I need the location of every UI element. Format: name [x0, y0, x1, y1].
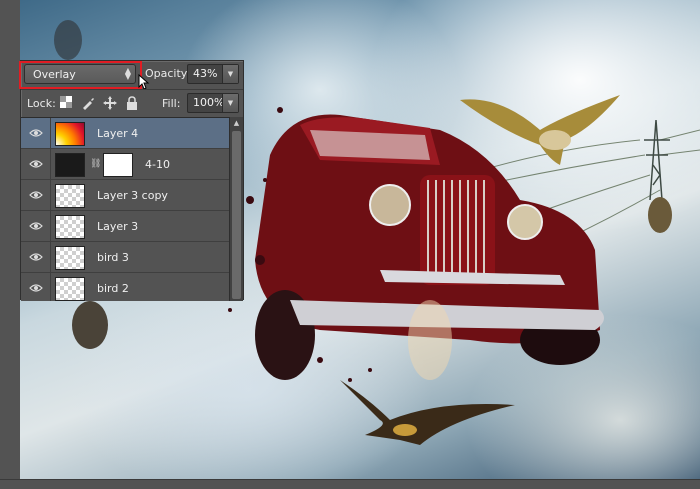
lock-row: Lock: Fill: 100% ▼: [21, 89, 243, 115]
eye-icon: [29, 253, 43, 261]
layer-thumbnail: [55, 153, 85, 177]
layer-name: Layer 3 copy: [97, 189, 168, 202]
layer-name: bird 2: [97, 282, 129, 295]
lock-move-icon[interactable]: [103, 96, 117, 110]
annotation-highlight: [19, 61, 142, 89]
layers-list: Layer 4 ⛓ 4-10 Layer 3 copy Layer 3 bird…: [21, 117, 229, 301]
fill-value: 100%: [193, 96, 225, 109]
layer-thumbnail: [55, 277, 85, 301]
scroll-thumb[interactable]: [232, 131, 241, 299]
layer-thumbnail: [55, 215, 85, 239]
layer-thumbnail: [55, 122, 85, 146]
lock-label: Lock:: [27, 97, 56, 110]
visibility-toggle[interactable]: [21, 242, 51, 273]
layer-name: 4-10: [145, 158, 170, 171]
layer-row-bird-3[interactable]: bird 3: [21, 242, 229, 273]
layers-scrollbar[interactable]: ▲: [229, 117, 243, 301]
layer-thumbnail: [55, 246, 85, 270]
fill-label: Fill:: [162, 97, 181, 110]
opacity-label: Opacity:: [145, 67, 191, 80]
pylon: [644, 119, 670, 201]
floating-rock-left: [72, 301, 108, 349]
bird-bottom: [340, 380, 515, 445]
eye-icon: [29, 284, 43, 292]
visibility-toggle[interactable]: [21, 180, 51, 211]
chain-link-icon[interactable]: ⛓: [90, 159, 101, 169]
layer-name: bird 3: [97, 251, 129, 264]
lock-paint-icon[interactable]: [81, 96, 95, 110]
layer-row-bird-2[interactable]: bird 2: [21, 273, 229, 301]
eye-icon: [29, 191, 43, 199]
eye-icon: [29, 129, 43, 137]
fill-dropdown-icon[interactable]: ▼: [222, 94, 238, 112]
scroll-up-icon[interactable]: ▲: [230, 117, 243, 129]
visibility-toggle[interactable]: [21, 273, 51, 301]
canvas-frame: [0, 479, 700, 489]
fill-input[interactable]: 100% ▼: [187, 93, 239, 113]
opacity-input[interactable]: 43% ▼: [187, 64, 239, 84]
blend-row: Overlay ▲ ▼ Opacity: 43% ▼: [19, 61, 243, 90]
opacity-value: 43%: [193, 67, 218, 80]
photoshop-workspace: Overlay ▲ ▼ Opacity: 43% ▼ Lock: Fill: 1…: [0, 0, 700, 489]
layer-name: Layer 4: [97, 127, 139, 140]
layer-row-layer-4[interactable]: Layer 4: [21, 118, 229, 149]
layer-row-4-10[interactable]: ⛓ 4-10: [21, 149, 229, 180]
eye-icon: [29, 222, 43, 230]
lock-all-icon[interactable]: [125, 96, 139, 110]
layer-name: Layer 3: [97, 220, 139, 233]
layer-mask-thumbnail[interactable]: [103, 153, 133, 177]
visibility-toggle[interactable]: [21, 118, 51, 149]
bird-top-right: [460, 95, 620, 165]
eye-icon: [29, 160, 43, 168]
layers-panel: Overlay ▲ ▼ Opacity: 43% ▼ Lock: Fill: 1…: [19, 60, 244, 301]
floating-rock: [648, 197, 672, 233]
visibility-toggle[interactable]: [21, 149, 51, 180]
opacity-dropdown-icon[interactable]: ▼: [222, 65, 238, 83]
visibility-toggle[interactable]: [21, 211, 51, 242]
lock-transparent-icon[interactable]: [59, 96, 73, 110]
layer-thumbnail: [55, 184, 85, 208]
layer-row-layer-3-copy[interactable]: Layer 3 copy: [21, 180, 229, 211]
layer-row-layer-3[interactable]: Layer 3: [21, 211, 229, 242]
